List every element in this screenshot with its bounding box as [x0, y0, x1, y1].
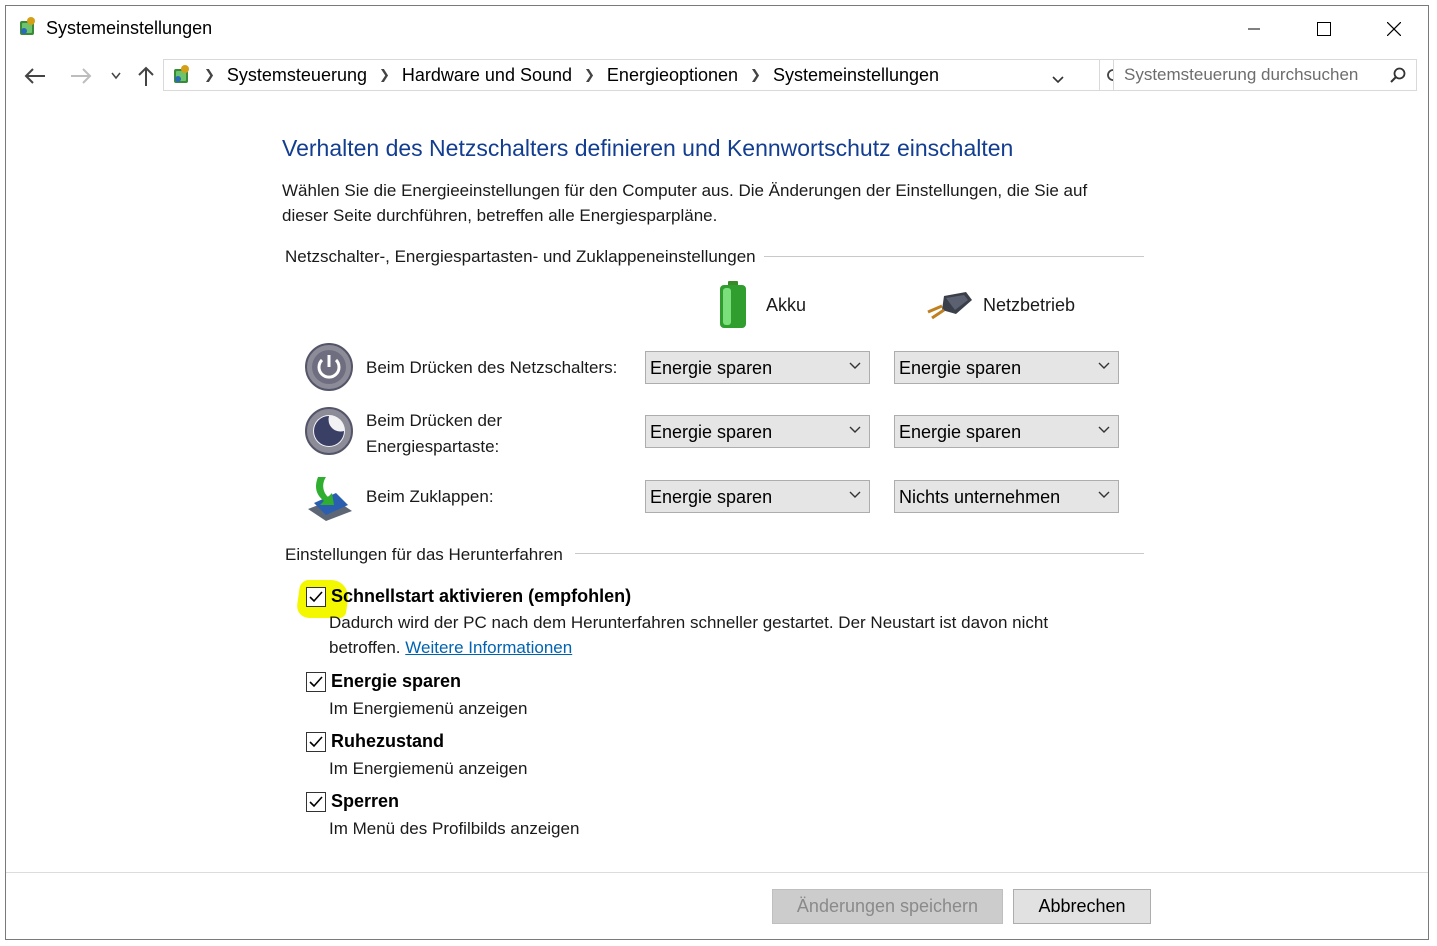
hibernate-title[interactable]: Ruhezustand [331, 731, 444, 752]
cancel-button[interactable]: Abbrechen [1013, 889, 1151, 924]
save-changes-button[interactable]: Änderungen speichern [772, 889, 1003, 924]
lock-checkbox[interactable] [306, 792, 326, 812]
up-button[interactable] [132, 62, 160, 90]
chevron-down-icon [849, 491, 861, 498]
chevron-down-icon [1052, 76, 1064, 84]
power-button-icon [304, 342, 354, 392]
power-plug-icon [926, 290, 974, 325]
chevron-down-icon [1098, 491, 1110, 498]
page-title: Verhalten des Netzschalters definieren u… [282, 135, 1014, 161]
power-button-label: Beim Drücken des Netzschalters: [366, 358, 618, 377]
chevron-right-icon[interactable]: ❯ [744, 67, 767, 83]
up-arrow-icon [138, 66, 154, 86]
sleep-button-label: Beim Drücken der Energiespartaste: [366, 411, 503, 456]
lock-title[interactable]: Sperren [331, 791, 399, 812]
hibernate-description: Im Energiemenü anzeigen [329, 759, 528, 778]
breadcrumb: ❯ Systemsteuerung ❯ Hardware und Sound ❯… [198, 60, 945, 90]
checkmark-icon [309, 676, 323, 688]
footer-divider [6, 872, 1428, 873]
shutdown-section-label: Einstellungen für das Herunterfahren [282, 545, 575, 565]
lid-close-label: Beim Zuklappen: [366, 487, 494, 506]
close-icon [1387, 21, 1401, 36]
page-description: Wählen Sie die Energieeinstellungen für … [282, 181, 1088, 225]
maximize-icon [1317, 21, 1331, 36]
maximize-button[interactable] [1290, 6, 1358, 51]
sleep-menu-description: Im Energiemenü anzeigen [329, 699, 528, 718]
address-bar[interactable]: ❯ Systemsteuerung ❯ Hardware und Sound ❯… [163, 59, 1100, 91]
back-button[interactable] [21, 62, 49, 90]
chevron-down-icon [1098, 362, 1110, 369]
lid-close-icon [304, 473, 354, 523]
power-button-battery-select[interactable]: Energie sparen [645, 351, 870, 384]
control-panel-icon [16, 15, 40, 39]
power-button-plugged-select[interactable]: Energie sparen [894, 351, 1119, 384]
breadcrumb-item[interactable]: Energieoptionen [601, 65, 744, 86]
recent-locations-button[interactable] [102, 62, 130, 90]
chevron-down-icon [111, 72, 121, 80]
sleep-button-battery-select[interactable]: Energie sparen [645, 415, 870, 448]
minimize-button[interactable] [1220, 6, 1288, 51]
search-icon[interactable] [1390, 67, 1406, 88]
chevron-down-icon [849, 426, 861, 433]
forward-button[interactable] [67, 62, 95, 90]
sleep-button-plugged-select[interactable]: Energie sparen [894, 415, 1119, 448]
fast-startup-description: Dadurch wird der PC nach dem Herunterfah… [329, 613, 1049, 657]
checkmark-icon [309, 736, 323, 748]
checkmark-icon [309, 591, 323, 603]
search-box[interactable] [1113, 59, 1417, 91]
battery-icon [718, 281, 748, 334]
sleep-menu-title[interactable]: Energie sparen [331, 671, 461, 692]
lock-description: Im Menü des Profilbilds anzeigen [329, 819, 580, 838]
more-info-link[interactable]: Weitere Informationen [405, 638, 572, 657]
lid-close-plugged-select[interactable]: Nichts unternehmen [894, 480, 1119, 513]
plugged-column-header: Netzbetrieb [983, 295, 1076, 315]
chevron-down-icon [849, 362, 861, 369]
window-title: Systemeinstellungen [46, 18, 213, 38]
chevron-right-icon[interactable]: ❯ [373, 67, 396, 83]
close-button[interactable] [1360, 6, 1428, 51]
breadcrumb-item[interactable]: Systemeinstellungen [767, 65, 945, 86]
hibernate-checkbox[interactable] [306, 732, 326, 752]
chevron-right-icon[interactable]: ❯ [578, 67, 601, 83]
back-arrow-icon [24, 68, 45, 84]
lid-close-battery-select[interactable]: Energie sparen [645, 480, 870, 513]
breadcrumb-item[interactable]: Systemsteuerung [221, 65, 373, 86]
sleep-button-icon [304, 406, 354, 456]
chevron-right-icon: ❯ [204, 67, 215, 82]
search-input[interactable] [1124, 64, 1379, 86]
chevron-down-icon [1098, 426, 1110, 433]
fast-startup-title[interactable]: Schnellstart aktivieren (empfohlen) [331, 586, 631, 607]
checkmark-icon [309, 796, 323, 808]
address-history-dropdown[interactable] [1052, 71, 1064, 89]
battery-column-header: Akku [766, 295, 807, 315]
sleep-menu-checkbox[interactable] [306, 672, 326, 692]
buttons-section-label: Netzschalter-, Energiespartasten- und Zu… [282, 247, 764, 267]
navigation-bar: ❯ Systemsteuerung ❯ Hardware und Sound ❯… [6, 56, 1428, 96]
forward-arrow-icon [71, 68, 92, 84]
control-panel-icon [170, 63, 194, 92]
control-panel-window: Systemeinstellungen ❯ Systemsteuerung ❯ … [5, 5, 1429, 940]
title-bar: Systemeinstellungen [6, 6, 1428, 51]
fast-startup-checkbox[interactable] [306, 587, 326, 607]
minimize-icon [1248, 28, 1260, 29]
breadcrumb-item[interactable]: Hardware und Sound [396, 65, 578, 86]
